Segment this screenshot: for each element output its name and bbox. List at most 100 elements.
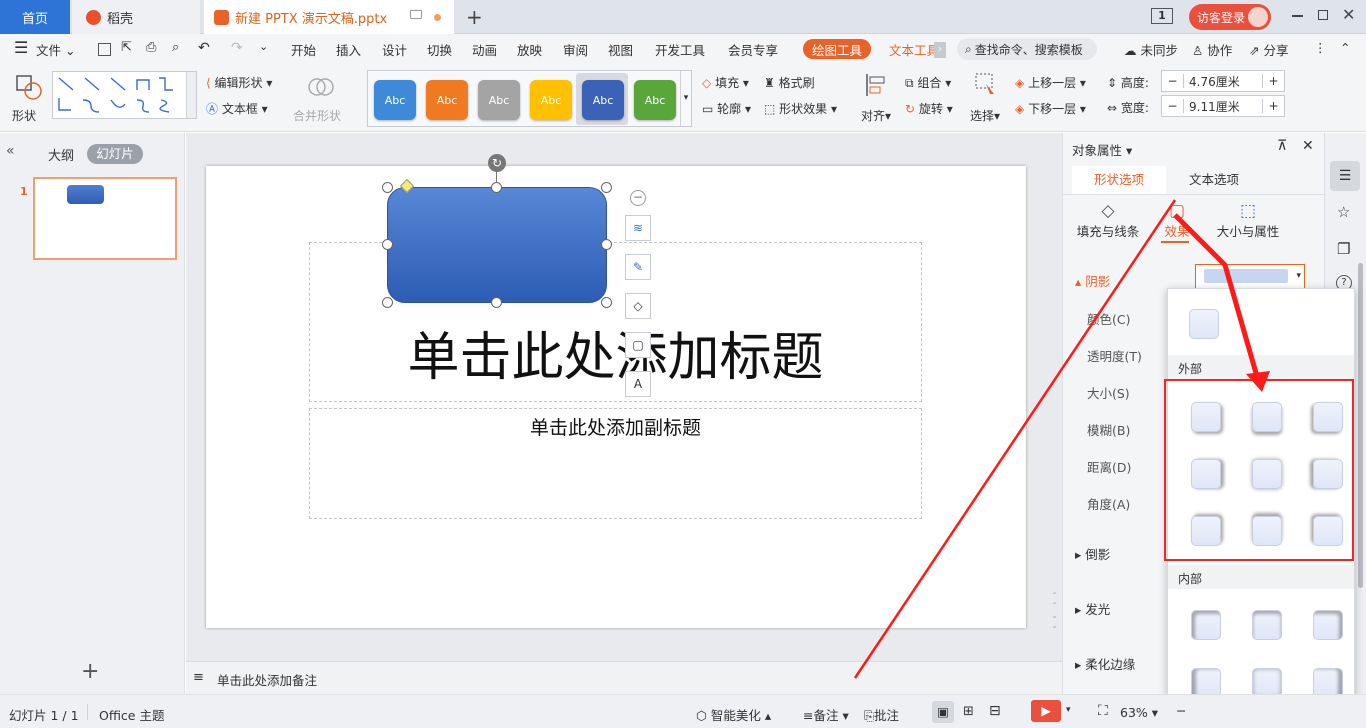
restore-icon[interactable]: [1318, 10, 1328, 20]
glow-section[interactable]: ▸ 发光: [1075, 599, 1110, 618]
close-panel-icon[interactable]: ✕: [1302, 138, 1314, 154]
format-brush-button[interactable]: ♜ 格式刷: [764, 74, 815, 91]
rounded-rectangle-shape[interactable]: [387, 187, 607, 303]
float-collapse-icon[interactable]: −: [630, 190, 646, 206]
notes-button[interactable]: ≡备注 ▾: [803, 705, 849, 724]
rotate-handle-icon[interactable]: ↻: [488, 154, 506, 172]
float-pen-icon[interactable]: ✎: [625, 254, 651, 280]
outer-shadow-option[interactable]: [1313, 516, 1343, 546]
menu-start[interactable]: 开始: [291, 40, 316, 59]
tab-text-options[interactable]: 文本选项: [1167, 166, 1261, 194]
menu-view[interactable]: 视图: [608, 40, 633, 59]
width-spinner[interactable]: − 9.11厘米 +: [1161, 95, 1285, 117]
login-button[interactable]: 访客登录: [1189, 4, 1271, 30]
resize-handle[interactable]: [491, 182, 502, 193]
menu-insert[interactable]: 插入: [336, 40, 361, 59]
collapse-panel-icon[interactable]: «: [6, 143, 15, 159]
shape-style-gallery[interactable]: Abc Abc Abc Abc Abc Abc ▾: [367, 70, 692, 127]
panel-scrollbar[interactable]: [1358, 263, 1363, 588]
rotate-button[interactable]: ↻ 旋转 ▾: [905, 100, 953, 117]
float-fill-icon[interactable]: ◇: [625, 293, 651, 319]
outer-shadow-option[interactable]: [1252, 459, 1282, 489]
menu-text-tools[interactable]: 文本工具: [889, 40, 935, 59]
sync-button[interactable]: ☁ 未同步: [1124, 40, 1178, 59]
copy-icon[interactable]: ❐: [1337, 240, 1350, 258]
reflection-section[interactable]: ▸ 倒影: [1075, 544, 1110, 563]
redo-icon[interactable]: ↷: [231, 40, 243, 56]
star-icon[interactable]: ☆: [1337, 203, 1350, 221]
notes-bar[interactable]: ≡ 单击此处添加备注: [186, 661, 1062, 694]
sub-tab-fill[interactable]: ◇ 填充与线条: [1075, 201, 1141, 240]
float-text-icon[interactable]: A: [625, 371, 651, 397]
resize-handle[interactable]: [382, 182, 393, 193]
menu-animation[interactable]: 动画: [472, 40, 497, 59]
close-window-icon[interactable]: ✕: [1342, 5, 1355, 24]
print-icon[interactable]: ⎙: [146, 40, 156, 55]
new-tab-button[interactable]: +: [466, 5, 483, 29]
style-yellow[interactable]: Abc: [530, 80, 572, 120]
bring-forward-button[interactable]: ◈ 上移一层 ▾: [1015, 74, 1086, 91]
style-gray[interactable]: Abc: [478, 80, 520, 120]
menu-transition[interactable]: 切换: [427, 40, 452, 59]
outer-shadow-option[interactable]: [1191, 459, 1221, 489]
subtitle-placeholder[interactable]: 单击此处添加副标题: [309, 408, 922, 519]
gallery-scroll[interactable]: [186, 72, 196, 118]
style-green[interactable]: Abc: [634, 80, 676, 120]
menu-member[interactable]: 会员专享: [728, 40, 778, 59]
menu-file[interactable]: 文件 ⌄: [36, 40, 75, 59]
shadow-none-option[interactable]: [1189, 309, 1219, 339]
slide-thumbnail[interactable]: [33, 177, 177, 260]
sorter-view-icon[interactable]: ⊞: [963, 704, 974, 719]
minimize-icon[interactable]: [1292, 15, 1303, 17]
tab-daoke[interactable]: 稻壳: [72, 0, 200, 34]
group-button[interactable]: ⧉ 组合 ▾: [905, 74, 951, 91]
menu-developer[interactable]: 开发工具: [655, 40, 705, 59]
outer-shadow-option[interactable]: [1313, 402, 1343, 432]
save-icon[interactable]: [98, 43, 111, 56]
menu-design[interactable]: 设计: [382, 40, 407, 59]
inner-shadow-option[interactable]: [1191, 610, 1221, 640]
outline-tab[interactable]: 大纲: [48, 145, 74, 164]
float-layers-icon[interactable]: ≋: [625, 215, 651, 241]
undo-icon[interactable]: ↶: [198, 40, 210, 56]
shape-effect-button[interactable]: ⬚ 形状效果 ▾: [764, 100, 837, 117]
tab-shape-options[interactable]: 形状选项: [1072, 166, 1166, 194]
panel-title[interactable]: 对象属性 ▾: [1072, 140, 1132, 159]
resize-handle[interactable]: [601, 182, 612, 193]
style-gallery-scroll[interactable]: ▾: [680, 71, 691, 126]
pin-icon[interactable]: ⊼: [1277, 138, 1287, 154]
height-minus-button[interactable]: −: [1162, 74, 1184, 88]
more-icon[interactable]: ⋮: [1314, 40, 1327, 55]
send-backward-button[interactable]: ◈ 下移一层 ▾: [1015, 100, 1086, 117]
zoom-out-button[interactable]: −: [1176, 703, 1186, 718]
zoom-level[interactable]: 63% ▾: [1120, 705, 1158, 720]
style-orange[interactable]: Abc: [426, 80, 468, 120]
play-button[interactable]: ▶: [1031, 700, 1061, 722]
outer-shadow-option[interactable]: [1313, 459, 1343, 489]
reading-view-icon[interactable]: ⊟: [989, 703, 1001, 719]
add-slide-button[interactable]: +: [81, 659, 99, 684]
fit-window-icon[interactable]: ⛶: [1098, 703, 1108, 719]
resize-handle[interactable]: [601, 239, 612, 250]
edit-shape-button[interactable]: ⟨ 编辑形状 ▾: [206, 74, 272, 91]
page-indicator[interactable]: 1: [1151, 8, 1173, 24]
width-plus-button[interactable]: +: [1262, 99, 1284, 113]
share-button[interactable]: ⇗ 分享: [1249, 40, 1288, 59]
width-minus-button[interactable]: −: [1162, 99, 1184, 113]
hamburger-icon[interactable]: ☰: [14, 40, 28, 56]
inner-shadow-option[interactable]: [1252, 610, 1282, 640]
outer-shadow-option[interactable]: [1191, 516, 1221, 546]
sub-tab-size[interactable]: ⬚ 大小与属性: [1213, 201, 1283, 240]
normal-view-icon[interactable]: ▣: [932, 701, 954, 723]
height-spinner[interactable]: − 4.76厘米 +: [1161, 70, 1285, 92]
theme-name[interactable]: Office 主题: [99, 705, 164, 724]
select-button[interactable]: 选择▾: [969, 70, 1005, 126]
print-preview-icon[interactable]: ⌕: [172, 40, 179, 55]
merge-shape-button[interactable]: 合并形状: [292, 70, 352, 126]
canvas-scroll-arrows[interactable]: ⌃ ⌃ ⌄ ⌄: [1051, 591, 1058, 631]
height-plus-button[interactable]: +: [1262, 74, 1284, 88]
slide-title[interactable]: 单击此处添加标题: [310, 327, 921, 389]
menu-drawing-tools[interactable]: 绘图工具: [803, 39, 871, 59]
shadow-section[interactable]: ▴ 阴影: [1075, 271, 1110, 290]
quick-access-dropdown-icon[interactable]: ⌄: [259, 40, 268, 53]
